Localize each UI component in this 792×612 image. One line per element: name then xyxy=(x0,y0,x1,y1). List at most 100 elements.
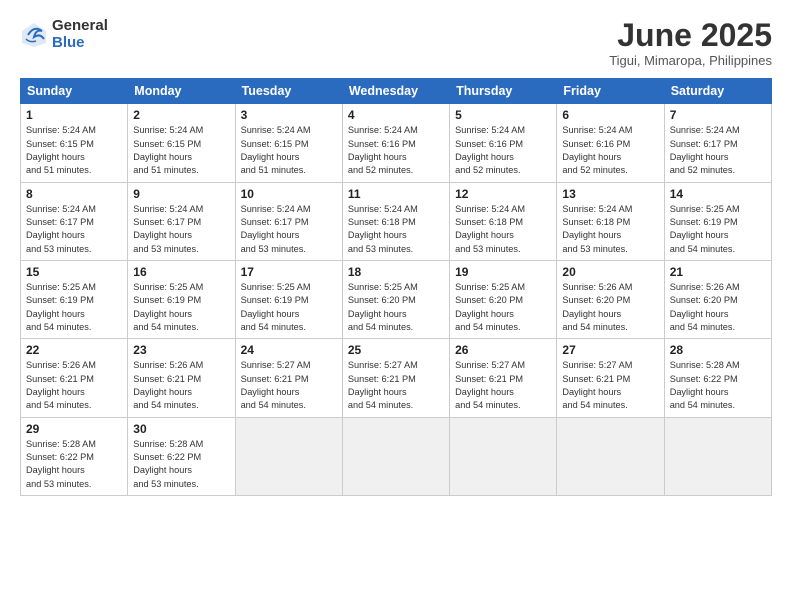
day-info: Sunrise: 5:27 AM Sunset: 6:21 PM Dayligh… xyxy=(348,359,444,412)
day-info: Sunrise: 5:25 AM Sunset: 6:20 PM Dayligh… xyxy=(455,281,551,334)
day-number: 6 xyxy=(562,108,658,122)
calendar-row: 29 Sunrise: 5:28 AM Sunset: 6:22 PM Dayl… xyxy=(21,417,772,495)
month-title: June 2025 xyxy=(609,18,772,53)
table-row: 13 Sunrise: 5:24 AM Sunset: 6:18 PM Dayl… xyxy=(557,182,664,260)
calendar-row: 22 Sunrise: 5:26 AM Sunset: 6:21 PM Dayl… xyxy=(21,339,772,417)
table-row: 28 Sunrise: 5:28 AM Sunset: 6:22 PM Dayl… xyxy=(664,339,771,417)
day-number: 14 xyxy=(670,187,766,201)
day-info: Sunrise: 5:24 AM Sunset: 6:17 PM Dayligh… xyxy=(670,124,766,177)
logo-blue: Blue xyxy=(52,35,108,52)
table-row: 2 Sunrise: 5:24 AM Sunset: 6:15 PM Dayli… xyxy=(128,104,235,182)
day-info: Sunrise: 5:25 AM Sunset: 6:19 PM Dayligh… xyxy=(241,281,337,334)
col-monday: Monday xyxy=(128,79,235,104)
table-row: 21 Sunrise: 5:26 AM Sunset: 6:20 PM Dayl… xyxy=(664,260,771,338)
table-row xyxy=(664,417,771,495)
col-wednesday: Wednesday xyxy=(342,79,449,104)
day-info: Sunrise: 5:26 AM Sunset: 6:21 PM Dayligh… xyxy=(133,359,229,412)
day-info: Sunrise: 5:28 AM Sunset: 6:22 PM Dayligh… xyxy=(26,438,122,491)
day-number: 5 xyxy=(455,108,551,122)
page: General Blue June 2025 Tigui, Mimaropa, … xyxy=(0,0,792,612)
table-row: 12 Sunrise: 5:24 AM Sunset: 6:18 PM Dayl… xyxy=(450,182,557,260)
day-info: Sunrise: 5:27 AM Sunset: 6:21 PM Dayligh… xyxy=(562,359,658,412)
col-sunday: Sunday xyxy=(21,79,128,104)
logo-icon xyxy=(20,21,48,49)
day-number: 2 xyxy=(133,108,229,122)
day-info: Sunrise: 5:28 AM Sunset: 6:22 PM Dayligh… xyxy=(670,359,766,412)
day-number: 13 xyxy=(562,187,658,201)
table-row xyxy=(235,417,342,495)
calendar-header-row: Sunday Monday Tuesday Wednesday Thursday… xyxy=(21,79,772,104)
day-number: 27 xyxy=(562,343,658,357)
table-row: 27 Sunrise: 5:27 AM Sunset: 6:21 PM Dayl… xyxy=(557,339,664,417)
day-info: Sunrise: 5:24 AM Sunset: 6:16 PM Dayligh… xyxy=(455,124,551,177)
calendar: Sunday Monday Tuesday Wednesday Thursday… xyxy=(20,78,772,496)
header: General Blue June 2025 Tigui, Mimaropa, … xyxy=(20,18,772,68)
day-info: Sunrise: 5:25 AM Sunset: 6:19 PM Dayligh… xyxy=(26,281,122,334)
col-friday: Friday xyxy=(557,79,664,104)
day-info: Sunrise: 5:27 AM Sunset: 6:21 PM Dayligh… xyxy=(455,359,551,412)
day-info: Sunrise: 5:24 AM Sunset: 6:18 PM Dayligh… xyxy=(348,203,444,256)
day-number: 10 xyxy=(241,187,337,201)
day-info: Sunrise: 5:27 AM Sunset: 6:21 PM Dayligh… xyxy=(241,359,337,412)
day-number: 8 xyxy=(26,187,122,201)
day-number: 20 xyxy=(562,265,658,279)
table-row: 6 Sunrise: 5:24 AM Sunset: 6:16 PM Dayli… xyxy=(557,104,664,182)
table-row: 4 Sunrise: 5:24 AM Sunset: 6:16 PM Dayli… xyxy=(342,104,449,182)
col-tuesday: Tuesday xyxy=(235,79,342,104)
day-number: 4 xyxy=(348,108,444,122)
day-number: 17 xyxy=(241,265,337,279)
table-row: 16 Sunrise: 5:25 AM Sunset: 6:19 PM Dayl… xyxy=(128,260,235,338)
table-row xyxy=(450,417,557,495)
day-number: 29 xyxy=(26,422,122,436)
col-saturday: Saturday xyxy=(664,79,771,104)
table-row: 15 Sunrise: 5:25 AM Sunset: 6:19 PM Dayl… xyxy=(21,260,128,338)
logo-text: General Blue xyxy=(52,18,108,51)
day-number: 30 xyxy=(133,422,229,436)
table-row: 3 Sunrise: 5:24 AM Sunset: 6:15 PM Dayli… xyxy=(235,104,342,182)
day-info: Sunrise: 5:25 AM Sunset: 6:19 PM Dayligh… xyxy=(670,203,766,256)
table-row xyxy=(342,417,449,495)
day-number: 22 xyxy=(26,343,122,357)
table-row: 1 Sunrise: 5:24 AM Sunset: 6:15 PM Dayli… xyxy=(21,104,128,182)
table-row: 22 Sunrise: 5:26 AM Sunset: 6:21 PM Dayl… xyxy=(21,339,128,417)
day-info: Sunrise: 5:24 AM Sunset: 6:18 PM Dayligh… xyxy=(455,203,551,256)
table-row: 24 Sunrise: 5:27 AM Sunset: 6:21 PM Dayl… xyxy=(235,339,342,417)
day-info: Sunrise: 5:24 AM Sunset: 6:15 PM Dayligh… xyxy=(133,124,229,177)
day-number: 21 xyxy=(670,265,766,279)
location: Tigui, Mimaropa, Philippines xyxy=(609,53,772,68)
title-block: June 2025 Tigui, Mimaropa, Philippines xyxy=(609,18,772,68)
day-number: 24 xyxy=(241,343,337,357)
calendar-row: 15 Sunrise: 5:25 AM Sunset: 6:19 PM Dayl… xyxy=(21,260,772,338)
day-number: 19 xyxy=(455,265,551,279)
table-row: 9 Sunrise: 5:24 AM Sunset: 6:17 PM Dayli… xyxy=(128,182,235,260)
table-row: 5 Sunrise: 5:24 AM Sunset: 6:16 PM Dayli… xyxy=(450,104,557,182)
day-number: 26 xyxy=(455,343,551,357)
day-number: 12 xyxy=(455,187,551,201)
day-info: Sunrise: 5:26 AM Sunset: 6:20 PM Dayligh… xyxy=(562,281,658,334)
table-row: 17 Sunrise: 5:25 AM Sunset: 6:19 PM Dayl… xyxy=(235,260,342,338)
day-info: Sunrise: 5:24 AM Sunset: 6:15 PM Dayligh… xyxy=(26,124,122,177)
day-info: Sunrise: 5:24 AM Sunset: 6:15 PM Dayligh… xyxy=(241,124,337,177)
logo: General Blue xyxy=(20,18,108,51)
day-number: 16 xyxy=(133,265,229,279)
day-number: 7 xyxy=(670,108,766,122)
table-row: 20 Sunrise: 5:26 AM Sunset: 6:20 PM Dayl… xyxy=(557,260,664,338)
table-row: 30 Sunrise: 5:28 AM Sunset: 6:22 PM Dayl… xyxy=(128,417,235,495)
day-number: 28 xyxy=(670,343,766,357)
table-row: 19 Sunrise: 5:25 AM Sunset: 6:20 PM Dayl… xyxy=(450,260,557,338)
day-info: Sunrise: 5:25 AM Sunset: 6:19 PM Dayligh… xyxy=(133,281,229,334)
table-row: 23 Sunrise: 5:26 AM Sunset: 6:21 PM Dayl… xyxy=(128,339,235,417)
calendar-row: 8 Sunrise: 5:24 AM Sunset: 6:17 PM Dayli… xyxy=(21,182,772,260)
day-number: 9 xyxy=(133,187,229,201)
day-info: Sunrise: 5:26 AM Sunset: 6:20 PM Dayligh… xyxy=(670,281,766,334)
logo-general: General xyxy=(52,18,108,35)
table-row: 14 Sunrise: 5:25 AM Sunset: 6:19 PM Dayl… xyxy=(664,182,771,260)
col-thursday: Thursday xyxy=(450,79,557,104)
day-info: Sunrise: 5:24 AM Sunset: 6:16 PM Dayligh… xyxy=(348,124,444,177)
day-info: Sunrise: 5:24 AM Sunset: 6:16 PM Dayligh… xyxy=(562,124,658,177)
day-number: 25 xyxy=(348,343,444,357)
table-row: 26 Sunrise: 5:27 AM Sunset: 6:21 PM Dayl… xyxy=(450,339,557,417)
day-info: Sunrise: 5:26 AM Sunset: 6:21 PM Dayligh… xyxy=(26,359,122,412)
day-number: 23 xyxy=(133,343,229,357)
day-number: 18 xyxy=(348,265,444,279)
